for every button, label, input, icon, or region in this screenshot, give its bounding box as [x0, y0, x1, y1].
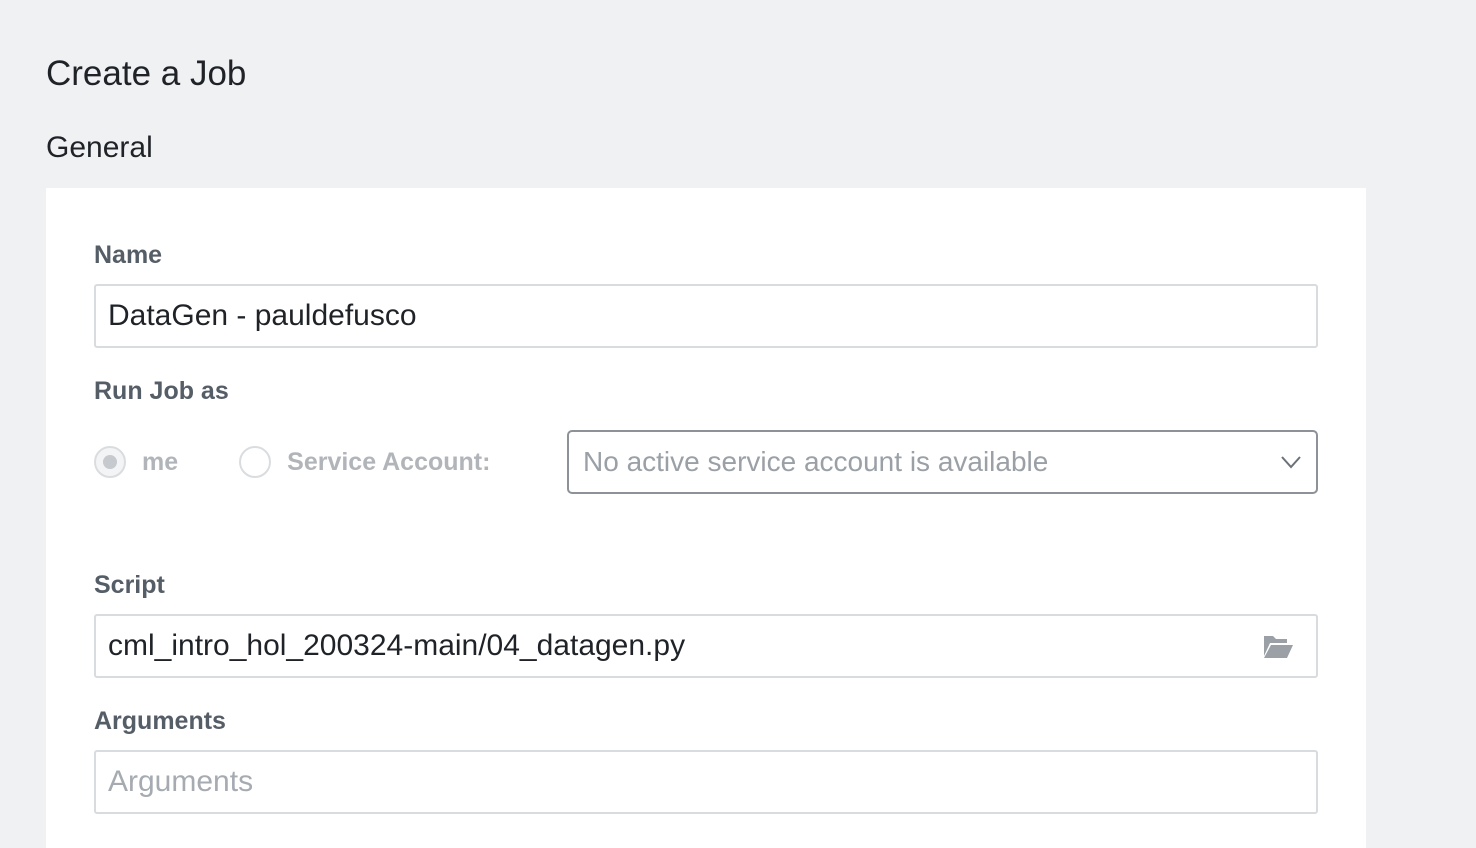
run-as-me-option[interactable]: me — [94, 446, 178, 478]
run-as-radio-group: me Service Account: — [94, 446, 490, 478]
name-label: Name — [94, 241, 163, 269]
run-as-me-radio[interactable] — [94, 446, 126, 478]
chevron-down-icon — [1281, 456, 1301, 469]
script-input[interactable] — [94, 614, 1318, 678]
run-job-as-label: Run Job as — [94, 377, 229, 405]
name-input[interactable] — [94, 284, 1318, 348]
run-as-service-account-radio[interactable] — [239, 446, 272, 478]
arguments-input[interactable] — [94, 750, 1318, 814]
script-label: Script — [94, 571, 165, 599]
script-field — [94, 614, 1318, 678]
service-account-select-value: No active service account is available — [583, 446, 1049, 477]
arguments-label: Arguments — [94, 707, 226, 735]
service-account-select[interactable]: No active service account is available — [567, 430, 1318, 494]
general-form-card: Name Run Job as me Service Account: No a… — [46, 188, 1366, 848]
run-as-service-account-option[interactable]: Service Account: — [239, 446, 490, 478]
section-title-general: General — [46, 131, 153, 164]
page-title: Create a Job — [46, 54, 247, 93]
radio-selected-dot — [103, 455, 117, 469]
folder-open-icon[interactable] — [1262, 631, 1294, 661]
service-account-label: Service Account: — [287, 447, 491, 476]
run-as-me-label: me — [142, 447, 179, 476]
